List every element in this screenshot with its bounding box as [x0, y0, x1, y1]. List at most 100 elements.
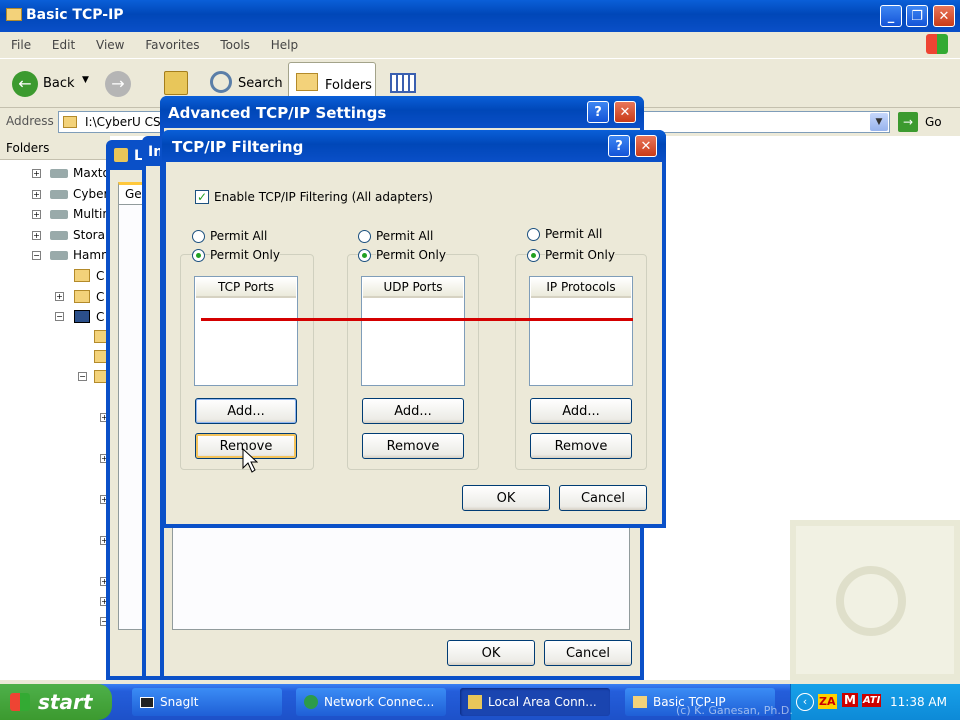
zonealarm-icon[interactable]: ZA: [818, 694, 837, 709]
up-folder-icon[interactable]: [164, 71, 188, 95]
menu-help[interactable]: Help: [271, 38, 298, 52]
copyright-watermark: (c) K. Ganesan, Ph.D.: [676, 704, 793, 717]
chevron-down-icon[interactable]: ▼: [82, 75, 89, 85]
tcp-ports-header[interactable]: TCP Ports: [196, 278, 296, 298]
taskbar-item-snagit[interactable]: SnagIt: [132, 688, 282, 716]
tree-item[interactable]: Multin: [73, 207, 110, 221]
collapse-icon[interactable]: −: [78, 372, 87, 381]
filtering-ok-button[interactable]: OK: [462, 485, 550, 511]
tcp-permit-only-label[interactable]: Permit Only: [210, 248, 280, 262]
folders-pane-label: Folders: [6, 141, 50, 155]
address-label: Address: [6, 114, 54, 128]
network-icon: [304, 695, 318, 709]
search-button-label[interactable]: Search: [238, 76, 283, 91]
cancel-label: Cancel: [565, 645, 611, 661]
tree-item[interactable]: C: [96, 310, 104, 324]
maximize-button[interactable]: ❐: [906, 5, 928, 27]
drive-icon: [50, 210, 68, 219]
menu-tools[interactable]: Tools: [220, 38, 250, 52]
network-icon: [114, 148, 128, 162]
tcp-permit-all-radio[interactable]: [192, 230, 205, 243]
udp-permit-only-label[interactable]: Permit Only: [376, 248, 446, 262]
menu-favorites[interactable]: Favorites: [145, 38, 199, 52]
tree-item[interactable]: Stora: [73, 228, 105, 242]
expand-icon[interactable]: +: [32, 190, 41, 199]
network-icon: [468, 695, 482, 709]
ip-permit-only-radio[interactable]: [527, 249, 540, 262]
ati-icon[interactable]: ATI: [862, 694, 882, 707]
tree-item[interactable]: C: [96, 290, 104, 304]
udp-ports-header[interactable]: UDP Ports: [363, 278, 463, 298]
ip-protocols-header-label: IP Protocols: [546, 280, 616, 294]
udp-permit-all-radio[interactable]: [358, 230, 371, 243]
expand-icon[interactable]: +: [32, 231, 41, 240]
folders-button-label[interactable]: Folders: [325, 78, 372, 93]
explorer-titlebar[interactable]: Basic TCP-IP _ ❐ ✕: [0, 0, 960, 32]
udp-remove-button[interactable]: Remove: [362, 433, 464, 459]
forward-arrow-icon[interactable]: →: [105, 71, 131, 97]
tcp-ports-list[interactable]: TCP Ports: [194, 276, 298, 386]
start-label: start: [38, 690, 93, 714]
minimize-button[interactable]: _: [880, 5, 902, 27]
drive-icon: [50, 251, 68, 260]
chevron-left-icon[interactable]: ‹: [796, 693, 814, 711]
udp-permit-all-label[interactable]: Permit All: [376, 229, 433, 243]
expand-icon[interactable]: +: [32, 169, 41, 178]
close-button[interactable]: ✕: [635, 135, 657, 157]
ip-protocols-list[interactable]: IP Protocols: [529, 276, 633, 386]
help-button[interactable]: ?: [587, 101, 609, 123]
expand-icon[interactable]: +: [32, 210, 41, 219]
ip-add-button[interactable]: Add...: [530, 398, 632, 424]
menu-view[interactable]: View: [96, 38, 124, 52]
filtering-cancel-button[interactable]: Cancel: [559, 485, 647, 511]
clock: 11:38 AM: [890, 695, 947, 709]
network-folder-icon: [74, 310, 90, 323]
folder-icon: [63, 116, 77, 128]
taskbar-item-network[interactable]: Network Connec...: [296, 688, 446, 716]
ip-remove-button[interactable]: Remove: [530, 433, 632, 459]
enable-filtering-checkbox[interactable]: ✓: [195, 190, 209, 204]
menu-file[interactable]: File: [11, 38, 31, 52]
ip-permit-all-label[interactable]: Permit All: [545, 227, 602, 241]
tree-item[interactable]: Maxto: [73, 166, 110, 180]
menu-edit[interactable]: Edit: [52, 38, 75, 52]
windows-flag-icon: [10, 693, 30, 711]
chevron-down-icon[interactable]: ▼: [870, 113, 888, 131]
go-button-label[interactable]: Go: [925, 115, 942, 129]
tcp-add-button[interactable]: Add...: [195, 398, 297, 424]
go-arrow-icon[interactable]: →: [898, 112, 918, 132]
advanced-title: Advanced TCP/IP Settings: [168, 104, 387, 122]
search-icon[interactable]: [210, 71, 232, 93]
udp-permit-only-radio[interactable]: [358, 249, 371, 262]
advanced-cancel-button[interactable]: Cancel: [544, 640, 632, 666]
tree-item[interactable]: Cyber: [73, 187, 108, 201]
close-button[interactable]: ✕: [614, 101, 636, 123]
close-button[interactable]: ✕: [933, 5, 955, 27]
collapse-icon[interactable]: −: [32, 251, 41, 260]
back-button-label[interactable]: Back: [43, 76, 75, 91]
expand-icon[interactable]: +: [55, 292, 64, 301]
folders-pane-header: Folders: [0, 136, 110, 160]
tcpip-filtering-dialog: TCP/IP Filtering ? ✕ ✓ Enable TCP/IP Fil…: [162, 130, 666, 528]
udp-ports-list[interactable]: UDP Ports: [361, 276, 465, 386]
views-icon[interactable]: [390, 73, 416, 93]
udp-add-button[interactable]: Add...: [362, 398, 464, 424]
ip-permit-all-radio[interactable]: [527, 228, 540, 241]
mcafee-icon[interactable]: M: [842, 693, 858, 707]
start-button[interactable]: start: [0, 684, 112, 720]
tcp-permit-all-label[interactable]: Permit All: [210, 229, 267, 243]
tree-item[interactable]: C: [96, 269, 104, 283]
back-arrow-icon[interactable]: ←: [12, 71, 38, 97]
taskbar-item-local-area[interactable]: Local Area Conn...: [460, 688, 610, 716]
enable-filtering-label[interactable]: Enable TCP/IP Filtering (All adapters): [214, 190, 433, 204]
add-label: Add...: [227, 403, 265, 419]
tcp-permit-only-radio[interactable]: [192, 249, 205, 262]
help-button[interactable]: ?: [608, 135, 630, 157]
advanced-ok-button[interactable]: OK: [447, 640, 535, 666]
mouse-cursor-icon: [242, 448, 258, 473]
drive-icon: [50, 169, 68, 178]
annotation-line: [201, 318, 633, 321]
ip-protocols-header[interactable]: IP Protocols: [531, 278, 631, 298]
ip-permit-only-label[interactable]: Permit Only: [545, 248, 615, 262]
collapse-icon[interactable]: −: [55, 312, 64, 321]
